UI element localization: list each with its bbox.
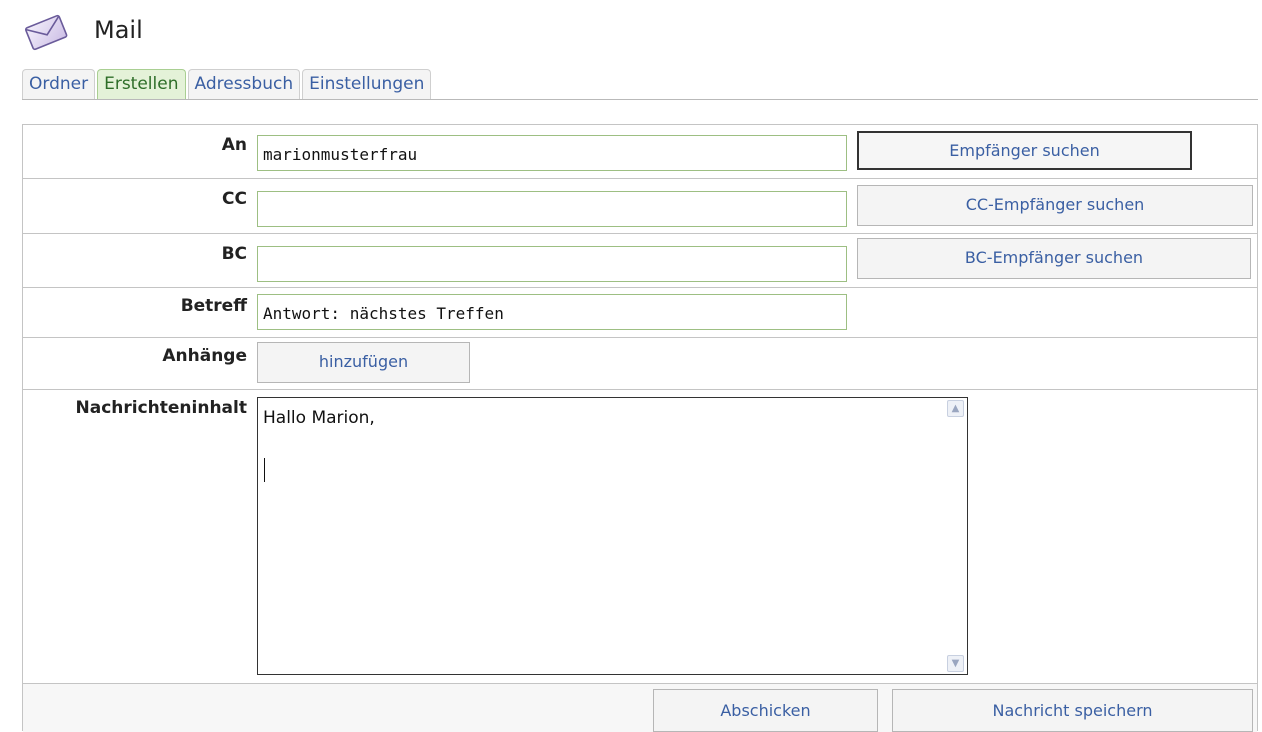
body-row: Nachrichteninhalt Hallo Marion, ▲ ▼ [23, 390, 1257, 684]
bc-label: BC [221, 244, 247, 264]
textarea-scrollbar[interactable]: ▲ ▼ [947, 400, 965, 672]
add-attachment-button[interactable]: hinzufügen [257, 342, 470, 383]
text-caret [264, 458, 265, 482]
subject-input[interactable]: Antwort: nächstes Treffen [257, 294, 847, 330]
find-bc-button[interactable]: BC-Empfänger suchen [857, 238, 1251, 279]
message-body-text: Hallo Marion, [263, 408, 375, 428]
actions-row: Abschicken Nachricht speichern [23, 684, 1257, 732]
cc-row: CC CC-Empfänger suchen [23, 179, 1257, 234]
tab-einstellungen[interactable]: Einstellungen [302, 69, 432, 99]
to-label: An [221, 135, 247, 155]
tab-erstellen[interactable]: Erstellen [97, 69, 186, 99]
to-input[interactable]: marionmusterfrau [257, 135, 847, 171]
envelope-icon [24, 14, 68, 51]
compose-form: An marionmusterfrau Empfänger suchen CC … [22, 124, 1258, 732]
attachments-row: Anhänge hinzufügen [23, 338, 1257, 390]
tab-adressbuch[interactable]: Adressbuch [187, 69, 301, 99]
attachments-label: Anhänge [162, 346, 247, 366]
message-body-textarea[interactable]: Hallo Marion, ▲ ▼ [257, 397, 968, 675]
scroll-down-arrow-icon[interactable]: ▼ [947, 655, 964, 672]
send-button[interactable]: Abschicken [653, 689, 878, 732]
find-recipient-button[interactable]: Empfänger suchen [857, 131, 1192, 170]
to-row: An marionmusterfrau Empfänger suchen [23, 125, 1257, 179]
scroll-up-arrow-icon[interactable]: ▲ [947, 400, 964, 417]
bc-row: BC BC-Empfänger suchen [23, 234, 1257, 288]
page-title: Mail [94, 16, 143, 44]
body-label: Nachrichteninhalt [75, 398, 248, 418]
subject-label: Betreff [180, 296, 247, 316]
bc-input[interactable] [257, 246, 847, 282]
find-cc-button[interactable]: CC-Empfänger suchen [857, 185, 1253, 226]
cc-label: CC [222, 189, 247, 209]
tab-ordner[interactable]: Ordner [22, 69, 96, 99]
page-header: Mail [22, 12, 143, 52]
tab-bar: Ordner Erstellen Adressbuch Einstellunge… [22, 66, 1258, 100]
subject-row: Betreff Antwort: nächstes Treffen [23, 288, 1257, 338]
save-message-button[interactable]: Nachricht speichern [892, 689, 1253, 732]
cc-input[interactable] [257, 191, 847, 227]
